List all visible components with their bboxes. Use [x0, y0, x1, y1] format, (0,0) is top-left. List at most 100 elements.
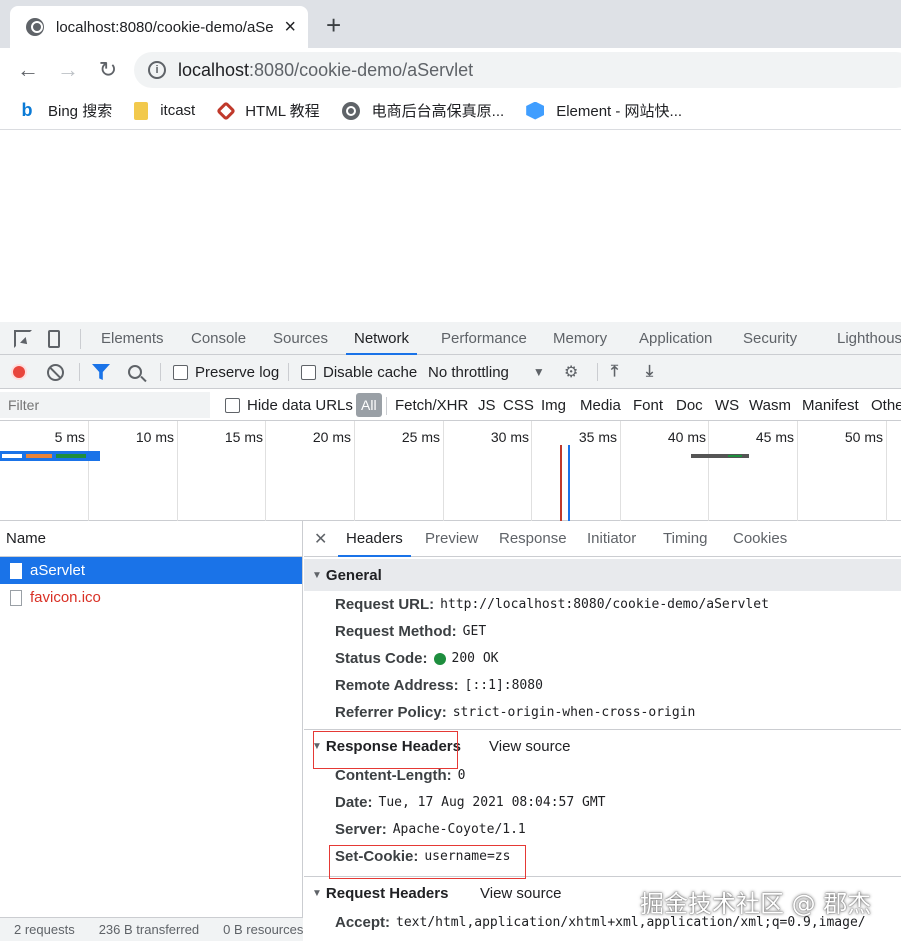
timeline-label: 15 ms — [224, 429, 263, 445]
resources-size: 0 B resources — [223, 922, 303, 937]
tab-memory[interactable]: Memory — [553, 322, 607, 355]
forward-button[interactable]: → — [54, 56, 82, 84]
network-conditions-icon[interactable]: ⚙ — [564, 362, 578, 382]
tab-title: localhost:8080/cookie-demo/aServlet — [56, 18, 274, 36]
disable-cache-label: Disable cache — [323, 363, 418, 381]
triangle-down-icon: ▼ — [312, 887, 322, 899]
request-count: 2 requests — [14, 922, 75, 937]
highlight-box — [313, 731, 458, 769]
header-key: Referrer Policy: — [335, 704, 447, 721]
bookmark-bing[interactable]: b Bing 搜索 — [18, 100, 113, 121]
filter-input[interactable] — [0, 392, 210, 418]
tab-sources[interactable]: Sources — [273, 322, 328, 355]
general-row: Request Method: GET — [304, 618, 901, 645]
bookmark-itcast[interactable]: itcast — [134, 101, 195, 120]
tab-preview[interactable]: Preview — [425, 521, 478, 557]
header-key: Remote Address: — [335, 677, 459, 694]
filter-type-ws[interactable]: WS — [715, 389, 739, 421]
filter-type-css[interactable]: CSS — [503, 389, 534, 421]
general-section-header[interactable]: ▼ General — [304, 559, 901, 591]
checkbox[interactable] — [173, 364, 188, 380]
tab-response[interactable]: Response — [499, 521, 567, 557]
tab-initiator[interactable]: Initiator — [587, 521, 636, 557]
filter-icon[interactable] — [92, 364, 110, 380]
reload-button[interactable]: ↻ — [94, 56, 122, 84]
tab-headers[interactable]: Headers — [338, 521, 411, 557]
clear-icon[interactable] — [47, 363, 64, 381]
request-row-favicon[interactable]: favicon.ico — [0, 584, 302, 611]
tab-application[interactable]: Application — [639, 322, 712, 355]
bookmark-label: Element - 网站快... — [556, 103, 683, 120]
name-column-header[interactable]: Name — [0, 521, 302, 557]
tab-performance[interactable]: Performance — [441, 322, 527, 355]
grid-line — [88, 421, 89, 521]
grid-line — [443, 421, 444, 521]
tab-network[interactable]: Network — [346, 322, 418, 355]
filter-type-wasm[interactable]: Wasm — [749, 389, 791, 421]
divider — [597, 363, 598, 381]
request-row-aservlet[interactable]: aServlet — [0, 557, 302, 584]
transferred-size: 236 B transferred — [98, 922, 200, 937]
status-ok-icon — [433, 652, 446, 665]
new-tab-button[interactable]: + — [326, 12, 341, 38]
close-icon[interactable]: ✕ — [314, 529, 327, 549]
back-button[interactable]: ← — [14, 56, 42, 84]
timeline-label: 35 ms — [578, 429, 617, 445]
record-button[interactable] — [11, 364, 27, 380]
filter-type-doc[interactable]: Doc — [676, 389, 703, 421]
divider — [79, 363, 80, 381]
divider — [288, 363, 289, 381]
filter-type-js[interactable]: JS — [478, 389, 496, 421]
tab-security[interactable]: Security — [743, 322, 797, 355]
dom-content-loaded-line — [568, 445, 570, 521]
filter-type-fetch-xhr[interactable]: Fetch/XHR — [395, 389, 468, 421]
grid-line — [531, 421, 532, 521]
requests-panel: Name aServlet favicon.ico 2 requests 236… — [0, 521, 303, 941]
header-key: Accept: — [335, 914, 391, 931]
tab-cookies[interactable]: Cookies — [733, 521, 787, 557]
triangle-down-icon: ▼ — [312, 569, 322, 581]
tab-close-button[interactable]: × — [284, 17, 296, 37]
timeline-segment — [2, 454, 22, 458]
address-bar[interactable]: i localhost:8080/cookie-demo/aServlet — [134, 52, 901, 88]
view-source-link[interactable]: View source — [480, 885, 561, 902]
import-har-icon[interactable]: ⤒ — [611, 363, 618, 381]
info-icon[interactable]: i — [148, 61, 166, 79]
general-title: General — [325, 566, 382, 584]
disable-cache-checkbox[interactable]: Disable cache — [301, 355, 417, 389]
watermark: 掘金技术社区 @ 郡杰 — [640, 890, 872, 918]
tab-lighthouse[interactable]: Lighthouse — [837, 322, 901, 355]
globe-icon — [341, 101, 360, 120]
browser-tab[interactable]: localhost:8080/cookie-demo/aServlet × — [10, 6, 308, 48]
timeline-label: 45 ms — [755, 429, 794, 445]
filter-type-other[interactable]: Other — [871, 389, 901, 421]
tab-console[interactable]: Console — [191, 322, 246, 355]
filter-type-all[interactable]: All — [356, 393, 382, 417]
export-har-icon[interactable]: ⤓ — [646, 363, 653, 381]
checkbox[interactable] — [301, 364, 316, 380]
filter-type-font[interactable]: Font — [633, 389, 663, 421]
bookmark-element[interactable]: Element - 网站快... — [526, 100, 682, 121]
hide-data-urls-checkbox[interactable]: Hide data URLs — [225, 389, 353, 421]
inspect-icon[interactable] — [14, 330, 32, 348]
bookmark-ecommerce[interactable]: 电商后台高保真原... — [341, 100, 504, 121]
tab-elements[interactable]: Elements — [101, 322, 164, 355]
throttling-select[interactable]: No throttling ▼ — [428, 355, 545, 389]
devtools-tabbar: Elements Console Sources Network Perform… — [0, 322, 901, 355]
general-row: Request URL: http://localhost:8080/cookie… — [304, 591, 901, 618]
search-icon[interactable] — [128, 365, 142, 379]
header-value: GET — [462, 624, 487, 639]
preserve-log-checkbox[interactable]: Preserve log — [173, 355, 279, 389]
filter-type-manifest[interactable]: Manifest — [802, 389, 859, 421]
filter-type-img[interactable]: Img — [541, 389, 566, 421]
filter-type-media[interactable]: Media — [580, 389, 621, 421]
bookmark-html[interactable]: HTML 教程 — [216, 100, 320, 121]
timeline-label: 50 ms — [844, 429, 883, 445]
timeline-overview[interactable]: 5 ms 10 ms 15 ms 20 ms 25 ms 30 ms 35 ms… — [0, 421, 901, 521]
checkbox[interactable] — [225, 397, 240, 413]
view-source-link[interactable]: View source — [489, 738, 570, 755]
hide-data-urls-label: Hide data URLs — [247, 396, 353, 414]
tab-timing[interactable]: Timing — [663, 521, 707, 557]
bookmark-label: HTML 教程 — [245, 103, 320, 120]
device-toolbar-icon[interactable] — [48, 330, 60, 348]
